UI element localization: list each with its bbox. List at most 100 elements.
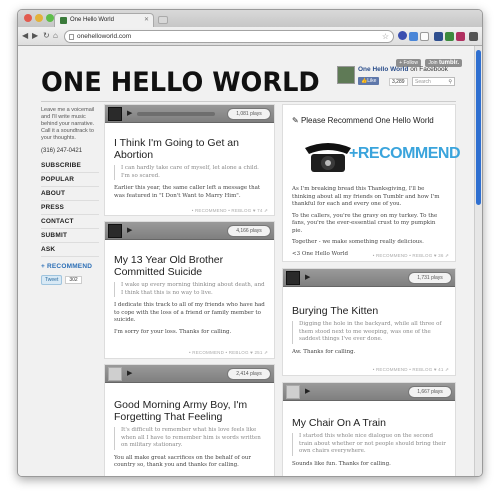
post-paragraph: I'm sorry for your loss. Thanks for call…: [114, 328, 232, 335]
recommend-paragraph: Together - we make something really deli…: [292, 239, 424, 245]
play-icon[interactable]: ▶: [127, 226, 132, 234]
recommend-paragraph: To the callers, you're the gravy on my t…: [292, 212, 438, 234]
audio-player: ▶ 4,166 plays: [105, 222, 274, 240]
browser-toolbar: ◀ ▶ ↻ ⌂ onehelloworld.com ☆: [18, 27, 482, 46]
post-card: ▶ 1,731 plays Burying The Kitten Digging…: [282, 268, 456, 376]
tweet-count: 302: [65, 276, 82, 284]
album-art: [108, 107, 122, 121]
close-window-button[interactable]: [24, 14, 32, 22]
facebook-widget: One Hello World on Facebook 👍Like 3,289 …: [337, 66, 457, 90]
extension-icon-4[interactable]: [434, 32, 443, 41]
facebook-like-button[interactable]: 👍Like: [358, 77, 380, 85]
vertical-scrollbar[interactable]: [474, 46, 482, 476]
post-actions[interactable]: • RECOMMEND • REBLOG ♥ 251 ⇗: [189, 350, 268, 356]
post-body: I can hardly take care of myself, let al…: [114, 165, 265, 204]
back-icon[interactable]: ◀: [22, 31, 28, 40]
post-paragraph: You all make great sacrifices on the beh…: [114, 454, 251, 469]
extension-icon-3[interactable]: [420, 32, 429, 41]
post-body: I started this whole nice dialogue on th…: [292, 433, 446, 472]
album-art: [286, 385, 300, 399]
scrollbar-thumb[interactable]: [476, 50, 481, 205]
forward-icon[interactable]: ▶: [32, 31, 38, 40]
site-logo[interactable]: ONE HELLO WORLD: [41, 67, 320, 98]
post-paragraph: Sounds like fun. Thanks for calling.: [292, 460, 391, 467]
audio-progress-bar[interactable]: [137, 112, 215, 116]
post-quote: It's difficult to remember what his love…: [114, 427, 265, 450]
wrench-icon[interactable]: [469, 32, 478, 41]
tweet-button[interactable]: Tweet: [41, 275, 63, 285]
play-count: 1,731 plays: [408, 272, 452, 284]
browser-window: One Hello World ✕ ◀ ▶ ↻ ⌂ onehelloworld.…: [17, 9, 483, 477]
extension-icon-6[interactable]: [456, 32, 465, 41]
post-actions[interactable]: • RECOMMEND • REBLOG ♥ 74 ⇗: [192, 208, 268, 214]
menu-contact[interactable]: CONTACT: [41, 215, 99, 229]
menu-popular[interactable]: POPULAR: [41, 173, 99, 187]
menu-about[interactable]: ABOUT: [41, 187, 99, 201]
play-icon[interactable]: ▶: [127, 109, 132, 117]
menu-press[interactable]: PRESS: [41, 201, 99, 215]
audio-player: ▶ 1,731 plays: [283, 269, 455, 287]
menu-submit[interactable]: SUBMIT: [41, 229, 99, 243]
album-art: [286, 271, 300, 285]
edit-icon: ✎: [292, 116, 301, 125]
sidebar-menu: SUBSCRIBE POPULAR ABOUT PRESS CONTACT SU…: [41, 159, 99, 273]
close-tab-icon[interactable]: ✕: [144, 16, 149, 23]
recommend-heading[interactable]: Please Recommend One Hello World: [301, 116, 434, 125]
extension-icon-2[interactable]: [409, 32, 418, 41]
menu-ask[interactable]: ASK: [41, 243, 99, 257]
extension-icon-1[interactable]: [398, 31, 407, 40]
telephone-icon: [305, 143, 351, 172]
address-bar[interactable]: onehelloworld.com ☆: [64, 30, 394, 43]
page-content: + Follow Join tumblr. ONE HELLO WORLD On…: [18, 46, 476, 476]
home-icon[interactable]: ⌂: [53, 31, 58, 40]
post-quote: I wake up every morning thinking about d…: [114, 282, 265, 297]
extension-icon-5[interactable]: [445, 32, 454, 41]
facebook-page-name[interactable]: One Hello World: [358, 66, 408, 73]
post-title[interactable]: Burying The Kitten: [292, 305, 378, 317]
audio-player: ▶ 2,414 plays: [105, 365, 274, 383]
post-title[interactable]: Good Morning Army Boy, I'm Forgetting Th…: [114, 399, 274, 423]
recommend-body: As I'm breaking bread this Thanksgiving,…: [292, 186, 446, 262]
post-card: ▶ 2,414 plays Good Morning Army Boy, I'm…: [104, 364, 275, 476]
post-paragraph: I dedicate this track to all of my frien…: [114, 302, 265, 323]
play-count: 1,081 plays: [227, 108, 271, 120]
minimize-window-button[interactable]: [35, 14, 43, 22]
recommend-card: ✎ Please Recommend One Hello World +RECO…: [282, 104, 461, 262]
phone-number: (316) 247-0421: [41, 148, 83, 154]
sidebar: Leave me a voicemail and I'll write musi…: [41, 107, 99, 285]
facebook-suffix: on Facebook: [410, 66, 448, 73]
search-input[interactable]: Search ⚲: [412, 77, 455, 86]
post-title[interactable]: My Chair On A Train: [292, 417, 386, 429]
post-title[interactable]: I Think I'm Going to Get an Abortion: [114, 137, 274, 161]
post-actions[interactable]: • RECOMMEND • REBLOG ♥ 41 ⇗: [373, 367, 449, 373]
tab-bar: One Hello World ✕: [18, 10, 482, 27]
url-text: onehelloworld.com: [77, 33, 132, 40]
post-body: I wake up every morning thinking about d…: [114, 282, 265, 340]
bookmark-star-icon[interactable]: ☆: [382, 32, 389, 41]
search-icon[interactable]: ⚲: [448, 79, 452, 85]
album-art: [108, 367, 122, 381]
post-body: It's difficult to remember what his love…: [114, 427, 265, 474]
new-tab-button[interactable]: [158, 16, 168, 24]
facebook-avatar: [337, 66, 355, 84]
page-icon: [69, 34, 74, 40]
site-blurb: Leave me a voicemail and I'll write musi…: [41, 107, 95, 141]
tweet-widget: Tweet 302: [41, 275, 99, 285]
tab-one-hello-world[interactable]: One Hello World ✕: [54, 13, 154, 27]
play-icon[interactable]: ▶: [127, 369, 132, 377]
tab-title: One Hello World: [70, 17, 114, 23]
play-icon[interactable]: ▶: [305, 273, 310, 281]
post-card: ▶ 1,081 plays I Think I'm Going to Get a…: [104, 104, 275, 216]
post-paragraph: Earlier this year, the same caller left …: [114, 185, 261, 199]
play-icon[interactable]: ▶: [305, 387, 310, 395]
post-actions[interactable]: • RECOMMEND • REBLOG ♥ 36 ⇗: [373, 253, 449, 259]
post-quote: I can hardly take care of myself, let al…: [114, 165, 265, 180]
play-count: 4,166 plays: [227, 225, 271, 237]
menu-subscribe[interactable]: SUBSCRIBE: [41, 159, 99, 173]
post-title[interactable]: My 13 Year Old Brother Committed Suicide: [114, 254, 274, 278]
menu-recommend[interactable]: + RECOMMEND: [41, 260, 99, 273]
zoom-window-button[interactable]: [46, 14, 54, 22]
reload-icon[interactable]: ↻: [43, 31, 50, 40]
album-art: [108, 224, 122, 238]
recommend-banner[interactable]: +RECOMMEND: [349, 145, 461, 163]
